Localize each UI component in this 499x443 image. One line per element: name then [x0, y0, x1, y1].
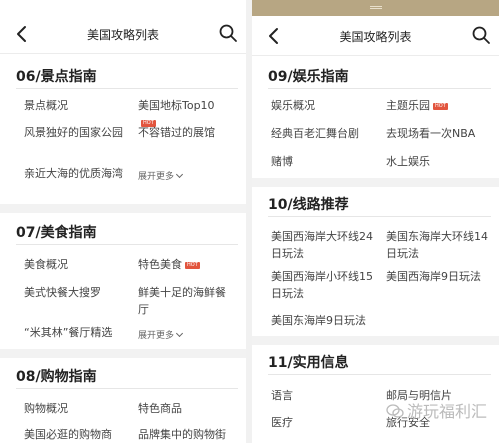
item-route-east-14[interactable]: 美国东海岸大环线14日玩法	[386, 228, 490, 262]
page-title: 美国攻略列表	[86, 28, 159, 42]
item-nba[interactable]: 去现场看一次NBA	[386, 125, 496, 142]
item-michelin[interactable]: “米其林”餐厅精选	[24, 324, 124, 341]
section-title-sights: 06/景点指南	[16, 69, 97, 85]
section-gap	[252, 336, 499, 345]
header: 美国攻略列表	[252, 16, 499, 56]
item-theme-parks[interactable]: 主题乐园 HOT	[386, 97, 478, 114]
item-route-west-24[interactable]: 美国西海岸大环线24日玩法	[271, 228, 375, 262]
search-icon[interactable]	[218, 23, 238, 43]
section-gap	[0, 349, 246, 358]
item-shopping-malls[interactable]: 美国必逛的购物商	[24, 426, 124, 443]
expand-more-button[interactable]: 展开更多	[138, 169, 184, 182]
expand-more-button[interactable]: 展开更多	[138, 328, 184, 341]
section-title-shopping: 08/购物指南	[16, 369, 97, 385]
section-divider	[268, 374, 491, 375]
left-screen: 美国攻略列表 06/景点指南 景点概况 美国地标Top10HOT 风景独好的国家…	[0, 0, 246, 443]
section-title-entertainment: 09/娱乐指南	[268, 69, 349, 85]
section-title-practical: 11/实用信息	[268, 355, 349, 371]
page-title: 美国攻略列表	[339, 30, 412, 44]
item-sights-overview[interactable]: 景点概况	[24, 97, 124, 114]
item-route-west-9[interactable]: 美国西海岸9日玩法	[386, 268, 496, 285]
hot-badge: HOT	[433, 103, 448, 110]
hot-badge: HOT	[185, 262, 200, 269]
item-specialty-goods[interactable]: 特色商品	[138, 400, 230, 417]
item-route-east-9[interactable]: 美国东海岸9日玩法	[271, 312, 391, 329]
section-divider	[16, 88, 238, 89]
item-specialty-food[interactable]: 特色美食 HOT	[138, 256, 230, 273]
section-gap	[0, 204, 246, 213]
item-food-overview[interactable]: 美食概况	[24, 256, 124, 273]
wechat-icon	[386, 404, 404, 418]
item-fast-food[interactable]: 美式快餐大搜罗	[24, 284, 124, 301]
section-gap	[252, 178, 499, 187]
item-shopping-streets[interactable]: 品牌集中的购物街	[138, 426, 238, 443]
watermark: 游玩福利汇	[386, 398, 487, 422]
section-divider	[16, 244, 238, 245]
top-strip	[252, 0, 499, 16]
item-gambling[interactable]: 赌博	[271, 153, 371, 170]
item-seafood[interactable]: 鲜美十足的海鲜餐厅	[138, 284, 230, 318]
section-divider	[16, 388, 238, 389]
item-broadway[interactable]: 经典百老汇舞台剧	[271, 125, 381, 142]
item-museums[interactable]: 不容错过的展馆	[138, 124, 230, 141]
section-divider	[268, 216, 491, 217]
section-divider	[268, 88, 491, 89]
item-shopping-overview[interactable]: 购物概况	[24, 400, 124, 417]
item-entertainment-overview[interactable]: 娱乐概况	[271, 97, 371, 114]
chevron-down-icon	[175, 329, 184, 338]
chevron-down-icon	[175, 170, 184, 179]
search-icon[interactable]	[471, 25, 491, 45]
item-medical[interactable]: 医疗	[271, 414, 371, 431]
section-title-routes: 10/线路推荐	[268, 197, 349, 213]
item-route-west-15[interactable]: 美国西海岸小环线15日玩法	[271, 268, 375, 302]
item-water-fun[interactable]: 水上娱乐	[386, 153, 478, 170]
header: 美国攻略列表	[0, 14, 246, 54]
item-bays[interactable]: 亲近大海的优质海湾	[24, 165, 124, 182]
section-title-food: 07/美食指南	[16, 225, 97, 241]
item-language[interactable]: 语言	[271, 387, 371, 404]
strip-handle	[369, 6, 382, 9]
item-national-parks[interactable]: 风景独好的国家公园	[24, 124, 124, 141]
right-screen: 美国攻略列表 09/娱乐指南 娱乐概况 主题乐园 HOT 经典百老汇舞台剧 去现场…	[252, 0, 499, 443]
